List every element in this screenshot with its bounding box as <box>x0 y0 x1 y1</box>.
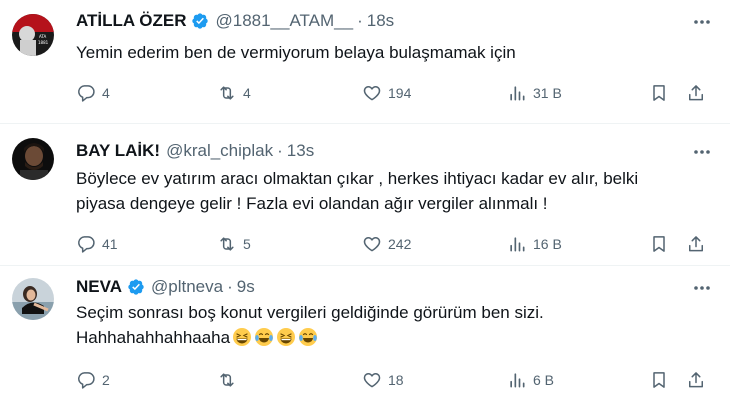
share-button[interactable] <box>686 233 706 255</box>
face-with-tears-of-joy-icon <box>299 328 318 346</box>
bookmark-icon <box>653 236 665 252</box>
user-handle[interactable]: @kral_chiplak <box>166 141 273 161</box>
tweet-actions: 4 4 194 31 B <box>76 82 716 104</box>
heart-icon <box>363 237 381 252</box>
tweet-header: NEVA @pltneva · 9s <box>76 276 255 298</box>
view-count: 16 B <box>533 236 562 252</box>
separator-dot: · <box>357 11 363 30</box>
timestamp[interactable]: 9s <box>237 277 255 297</box>
tweet-actions: 2 18 6 B <box>76 369 716 391</box>
reply-count: 2 <box>102 372 110 388</box>
grinning-squinting-face-icon <box>277 328 296 346</box>
more-icon <box>694 150 710 154</box>
heart-icon <box>363 86 381 101</box>
bookmark-button[interactable] <box>649 369 669 391</box>
like-button[interactable]: 194 <box>362 82 411 104</box>
reply-count: 4 <box>102 85 110 101</box>
bookmark-button[interactable] <box>649 233 669 255</box>
avatar[interactable] <box>12 138 54 180</box>
tweet-text: Yemin ederim ben de vermiyorum belaya bu… <box>76 43 516 62</box>
retweet-icon <box>220 86 234 100</box>
tweet-header: BAY LAİK! @kral_chiplak · 13s <box>76 140 314 162</box>
views-chart-icon <box>510 373 525 388</box>
more-options-button[interactable] <box>692 278 712 298</box>
tweet-text-line: Böylece ev yatırım aracı olmaktan çıkar … <box>76 169 639 188</box>
display-name[interactable]: BAY LAİK! <box>76 141 160 161</box>
bookmark-button[interactable] <box>649 82 669 104</box>
reply-count: 41 <box>102 236 118 252</box>
views-chart-icon <box>510 237 525 252</box>
retweet-count: 5 <box>243 236 251 252</box>
display-name[interactable]: ATİLLA ÖZER <box>76 11 186 31</box>
svg-text:1881: 1881 <box>38 40 49 45</box>
share-icon <box>689 372 703 388</box>
retweet-button[interactable]: 5 <box>217 233 251 255</box>
avatar-image <box>12 138 54 180</box>
user-handle[interactable]: @pltneva <box>151 277 223 297</box>
like-count: 18 <box>388 372 404 388</box>
view-count: 6 B <box>533 372 555 388</box>
display-name[interactable]: NEVA <box>76 277 122 297</box>
reply-icon <box>78 372 95 389</box>
reply-icon <box>78 236 95 253</box>
verified-badge-icon <box>192 13 209 29</box>
verified-badge-icon <box>128 279 144 295</box>
views-button[interactable]: 31 B <box>507 82 562 104</box>
more-icon <box>694 286 710 290</box>
more-options-button[interactable] <box>692 142 712 162</box>
tweet-text: Böylece ev yatırım aracı olmaktan çıkar … <box>76 166 716 216</box>
retweet-icon <box>220 237 234 251</box>
reply-icon <box>78 85 95 102</box>
bookmark-icon <box>653 85 665 101</box>
timestamp[interactable]: 13s <box>287 141 314 161</box>
more-options-button[interactable] <box>692 12 712 32</box>
reply-button[interactable]: 41 <box>76 233 118 255</box>
svg-text:ATA: ATA <box>39 34 47 39</box>
view-count: 31 B <box>533 85 562 101</box>
views-button[interactable]: 16 B <box>507 233 562 255</box>
reply-button[interactable]: 4 <box>76 82 110 104</box>
share-button[interactable] <box>686 82 706 104</box>
avatar-image <box>12 278 54 320</box>
avatar[interactable]: ATA 1881 <box>12 14 54 56</box>
timestamp[interactable]: 18s <box>367 11 394 31</box>
like-count: 194 <box>388 85 412 101</box>
retweet-count: 4 <box>243 85 251 101</box>
tweet-text-line: Hahhahahhahhaaha <box>76 325 716 350</box>
tweet-text-line: Seçim sonrası boş konut vergileri geldiğ… <box>76 303 544 322</box>
retweet-icon <box>220 373 234 387</box>
share-button[interactable] <box>686 369 706 391</box>
like-button[interactable]: 242 <box>362 233 411 255</box>
retweet-button[interactable]: 4 <box>217 82 251 104</box>
tweet-text-fragment: Hahhahahhahhaaha <box>76 328 231 347</box>
grinning-squinting-face-icon <box>233 328 252 346</box>
share-icon <box>689 236 703 252</box>
user-handle[interactable]: @1881__ATAM__ <box>215 11 353 31</box>
tweet-actions: 41 5 242 16 B <box>76 233 716 255</box>
more-icon <box>694 20 710 24</box>
separator-dot: · <box>227 277 233 296</box>
tweet[interactable]: ATA 1881 ATİLLA ÖZER @1881__ATAM__ · 18s… <box>0 0 730 124</box>
avatar[interactable] <box>12 278 54 320</box>
views-button[interactable]: 6 B <box>507 369 554 391</box>
heart-icon <box>363 373 381 388</box>
separator-dot: · <box>277 141 283 160</box>
retweet-button[interactable] <box>217 369 243 391</box>
reply-button[interactable]: 2 <box>76 369 110 391</box>
like-count: 242 <box>388 236 412 252</box>
tweet-text-line: piyasa dengeye gelir ! Fazla evi olandan… <box>76 194 548 213</box>
avatar-image: ATA 1881 <box>12 14 54 56</box>
share-icon <box>689 85 703 101</box>
face-with-tears-of-joy-icon <box>255 328 274 346</box>
tweet-text: Seçim sonrası boş konut vergileri geldiğ… <box>76 300 716 350</box>
tweet-header: ATİLLA ÖZER @1881__ATAM__ · 18s <box>76 10 394 32</box>
views-chart-icon <box>510 86 525 101</box>
bookmark-icon <box>653 372 665 388</box>
like-button[interactable]: 18 <box>362 369 404 391</box>
